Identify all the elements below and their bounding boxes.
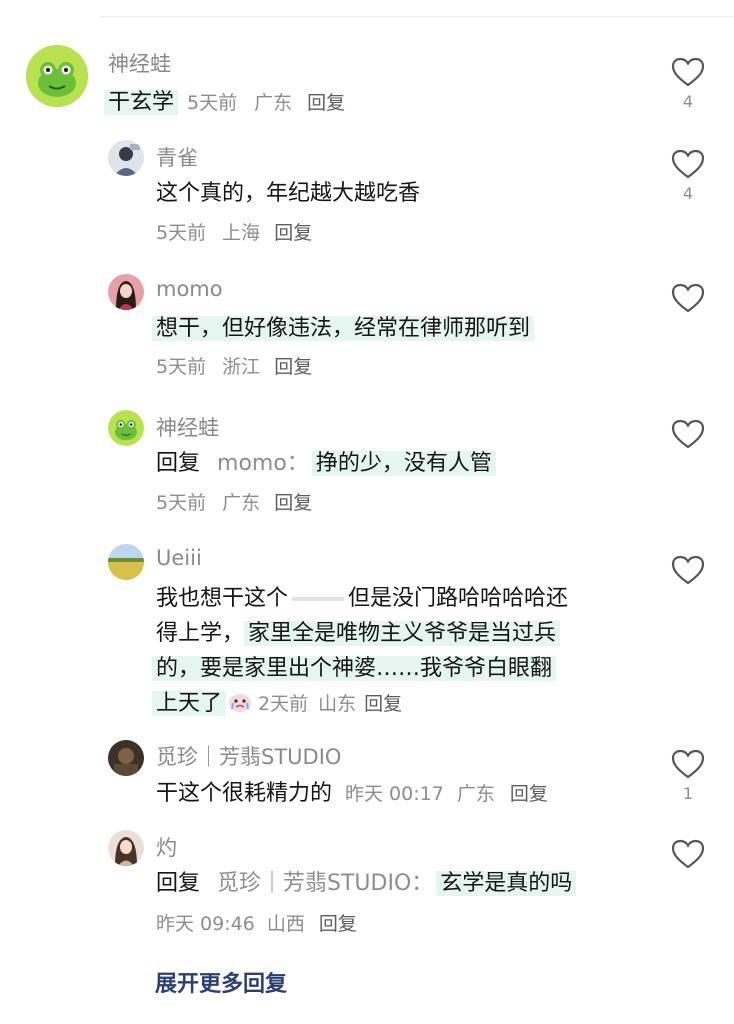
- like-count: 4: [682, 92, 694, 111]
- frog-avatar-icon[interactable]: [26, 45, 88, 107]
- comment-username[interactable]: Ueiii: [156, 546, 202, 570]
- reply-prefix: 回复: [156, 871, 201, 896]
- comment-content-line: 干玄学 5天前 广东 回复: [104, 86, 345, 120]
- like-button[interactable]: [668, 283, 708, 337]
- reply-button[interactable]: 回复: [274, 492, 312, 514]
- comment-time: 昨天 09:46: [156, 913, 255, 935]
- comment-location: 山东: [318, 693, 357, 715]
- comment-content: 我也想干这个: [156, 586, 289, 611]
- comment-content: 但是没门路哈哈哈哈还: [348, 586, 569, 611]
- comment-content-line: 回复 觅珍｜芳翡STUDIO： 玄学是真的吗: [156, 867, 577, 901]
- comment-meta: 5天前 浙江 回复: [156, 352, 312, 382]
- comment-time: 2天前: [258, 693, 309, 715]
- heart-icon: [671, 839, 705, 869]
- like-count: 4: [682, 184, 694, 203]
- comment-content: 挣的少，没有人管: [311, 451, 496, 476]
- comment-location: 浙江: [222, 356, 261, 378]
- heart-icon: [671, 555, 705, 585]
- comment-content: 干这个很耗精力的: [156, 781, 333, 806]
- comment-username[interactable]: 青雀: [156, 142, 198, 172]
- top-divider: [100, 16, 734, 17]
- comment-content: 家里全是唯物主义爷爷是当过兵: [244, 621, 561, 646]
- comment-time: 昨天 00:17: [345, 783, 444, 805]
- dark-photo-avatar-icon[interactable]: [108, 740, 144, 776]
- like-button[interactable]: 4: [668, 149, 708, 203]
- comment-content-line: 回复 momo： 挣的少，没有人管: [156, 447, 496, 481]
- like-button[interactable]: 1: [668, 749, 708, 803]
- comment-location: 广东: [222, 492, 261, 514]
- reply-button[interactable]: 回复: [274, 356, 312, 378]
- person-avatar-icon[interactable]: [108, 140, 144, 176]
- heart-icon: [671, 149, 705, 179]
- comment-content-line: 上天了 2天前 山东 回复: [152, 687, 402, 721]
- like-count: 1: [682, 784, 694, 803]
- field-avatar-icon[interactable]: [108, 544, 144, 580]
- comment-content: 上天了: [152, 691, 227, 716]
- frog-avatar-icon[interactable]: [108, 410, 144, 446]
- comment-content: 的，要是家里出个神婆……我爷爷白眼翻: [152, 656, 557, 681]
- woman-avatar-icon[interactable]: [108, 274, 144, 310]
- reply-prefix: 回复: [156, 451, 201, 476]
- blur-mark: [292, 597, 345, 601]
- comment-username[interactable]: 神经蛙: [108, 48, 171, 78]
- comment-username[interactable]: 灼: [156, 832, 177, 862]
- heart-icon: [671, 283, 705, 313]
- reply-to-user[interactable]: momo：: [217, 451, 309, 476]
- reply-to-user[interactable]: 觅珍｜芳翡STUDIO：: [217, 871, 433, 896]
- comment-time: 5天前: [156, 222, 207, 244]
- comment-location: 广东: [254, 92, 293, 114]
- like-count: [668, 875, 708, 893]
- comment-meta: 5天前 广东 回复: [156, 488, 312, 518]
- comment-location: 上海: [222, 222, 261, 244]
- comment-location: 广东: [456, 783, 495, 805]
- reply-button[interactable]: 回复: [319, 913, 357, 935]
- comment-meta: 昨天 09:46 山西 回复: [156, 909, 357, 939]
- comment-time: 5天前: [156, 356, 207, 378]
- comment-time: 5天前: [156, 492, 207, 514]
- comment-content-line: 得上学， 家里全是唯物主义爷爷是当过兵: [156, 617, 561, 651]
- comment-content: 干玄学: [104, 90, 179, 115]
- crying-face-emoji-icon: [229, 694, 252, 712]
- heart-icon: [671, 57, 705, 87]
- comment-username[interactable]: 觅珍｜芳翡STUDIO: [156, 741, 341, 771]
- reply-button[interactable]: 回复: [307, 92, 345, 114]
- comment-content: 这个真的，年纪越大越吃香: [156, 181, 421, 206]
- comment-content: 想干，但好像违法，经常在律师那听到: [152, 316, 535, 341]
- reply-button[interactable]: 回复: [364, 693, 402, 715]
- comment-content-line: 我也想干这个 但是没门路哈哈哈哈还: [156, 582, 568, 616]
- like-count: [668, 455, 708, 473]
- heart-icon: [671, 749, 705, 779]
- like-button[interactable]: [668, 555, 708, 609]
- comment-username[interactable]: momo: [156, 277, 223, 301]
- like-button[interactable]: 4: [668, 57, 708, 111]
- comment-content: 玄学是真的吗: [436, 871, 577, 896]
- comment-time: 5天前: [187, 92, 238, 114]
- comment-meta: 5天前 上海 回复: [156, 218, 312, 248]
- comment-content-line: 想干，但好像违法，经常在律师那听到: [152, 312, 535, 346]
- comment-content-line: 的，要是家里出个神婆……我爷爷白眼翻: [152, 652, 557, 686]
- girl-avatar-icon[interactable]: [108, 830, 144, 866]
- reply-button[interactable]: 回复: [274, 222, 312, 244]
- reply-button[interactable]: 回复: [510, 783, 548, 805]
- like-button[interactable]: [668, 419, 708, 473]
- like-count: [668, 319, 708, 337]
- comment-content-line: 干这个很耗精力的 昨天 00:17 广东 回复: [156, 777, 548, 811]
- comment-location: 山西: [266, 913, 305, 935]
- expand-more-replies-link[interactable]: 展开更多回复: [155, 966, 287, 998]
- like-button[interactable]: [668, 839, 708, 893]
- comment-content: 得上学，: [156, 621, 245, 646]
- heart-icon: [671, 419, 705, 449]
- like-count: [668, 591, 708, 609]
- comment-username[interactable]: 神经蛙: [156, 412, 219, 442]
